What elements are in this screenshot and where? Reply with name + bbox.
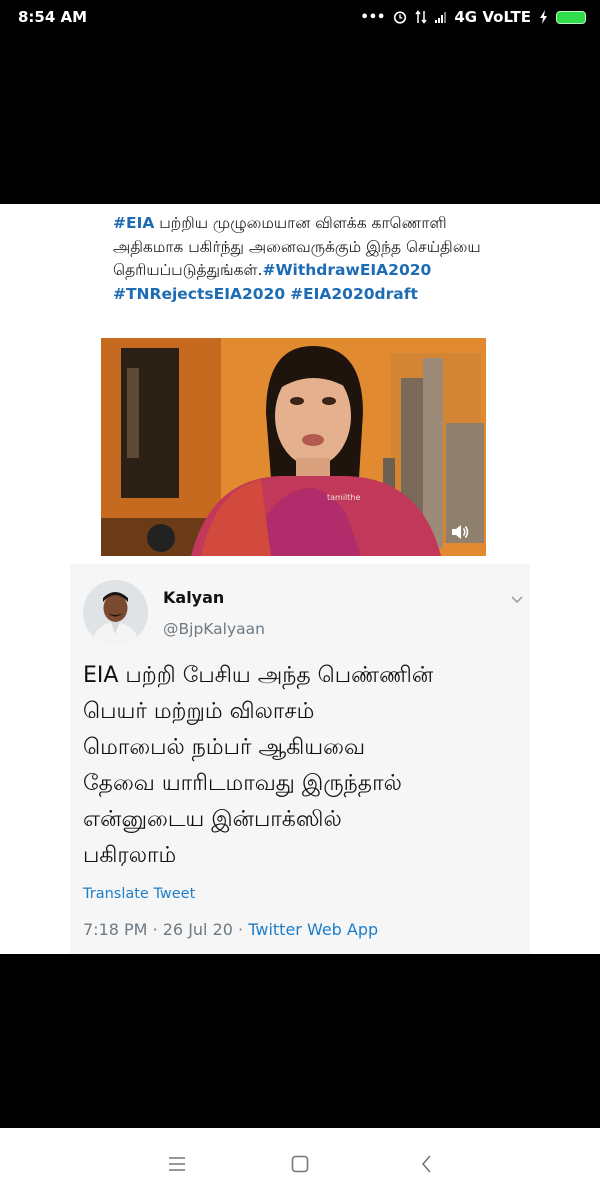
display-name[interactable]: Kalyan: [163, 588, 224, 607]
post-caption: #EIA பற்றிய முழுமையான விளக்க காணொளி அதிக…: [113, 212, 513, 306]
phone-screen: 8:54 AM ••• 4G VoLTE #EIA பற்றிய முழுமைய…: [0, 0, 600, 1200]
charging-icon: [540, 10, 547, 24]
tweet-body: EIA பற்றி பேசிய அந்த பெண்ணின் பெயர் மற்று…: [83, 658, 523, 874]
shared-post: #EIA பற்றிய முழுமையான விளக்க காணொளி அதிக…: [0, 204, 600, 954]
tweet-body-line: தேவை யாரிடமாவது இருந்தால்: [83, 771, 402, 796]
hashtag-link[interactable]: #EIA2020draft: [290, 285, 418, 303]
home-square-icon[interactable]: [290, 1154, 310, 1174]
signal-icon: [435, 11, 447, 23]
user-handle[interactable]: @BjpKalyaan: [163, 620, 265, 638]
network-label: 4G VoLTE: [454, 8, 531, 26]
video-watermark: tamilthe: [327, 493, 360, 502]
video-thumbnail: tamilthe: [101, 338, 486, 556]
status-bar: 8:54 AM ••• 4G VoLTE: [0, 0, 600, 34]
navigation-bar: [0, 1128, 600, 1200]
tweet-body-line: பெயர் மற்றும் விலாசம்: [83, 699, 315, 724]
data-transfer-icon: [415, 10, 427, 24]
menu-icon[interactable]: [167, 1154, 187, 1174]
meta-separator: ·: [152, 920, 158, 939]
translate-tweet-link[interactable]: Translate Tweet: [83, 886, 195, 902]
tweet-body-line: என்னுடைய இன்பாக்ஸில்: [83, 807, 342, 832]
status-time: 8:54 AM: [18, 8, 88, 26]
tweet-source-link[interactable]: Twitter Web App: [248, 920, 378, 939]
speaker-icon[interactable]: [450, 522, 470, 542]
alarm-icon: [394, 11, 407, 24]
tweet-date: 26 Jul 20: [162, 920, 233, 939]
meta-separator: ·: [238, 920, 244, 939]
tweet-meta: 7:18 PM · 26 Jul 20 · Twitter Web App: [83, 920, 378, 939]
tweet-time: 7:18 PM: [83, 920, 148, 939]
back-icon[interactable]: [417, 1154, 437, 1174]
hashtag-link[interactable]: #WithdrawEIA2020: [262, 261, 431, 279]
video-player[interactable]: tamilthe: [101, 338, 486, 556]
hashtag-link[interactable]: #TNRejectsEIA2020: [113, 285, 285, 303]
hashtag-link[interactable]: #EIA: [113, 214, 154, 232]
tweet-body-line: பகிரலாம்: [83, 843, 177, 868]
status-icons: ••• 4G VoLTE: [360, 8, 586, 26]
more-dots-icon: •••: [360, 9, 386, 25]
embedded-tweet: Kalyan @BjpKalyaan EIA பற்றி பேசிய அந்த …: [70, 564, 530, 954]
chevron-down-icon[interactable]: [510, 592, 524, 606]
tweet-body-line: மொபைல் நம்பர் ஆகியவை: [83, 735, 366, 760]
tweet-body-line: EIA பற்றி பேசிய அந்த பெண்ணின்: [83, 663, 434, 688]
battery-icon: [556, 10, 586, 24]
avatar[interactable]: [83, 580, 148, 645]
